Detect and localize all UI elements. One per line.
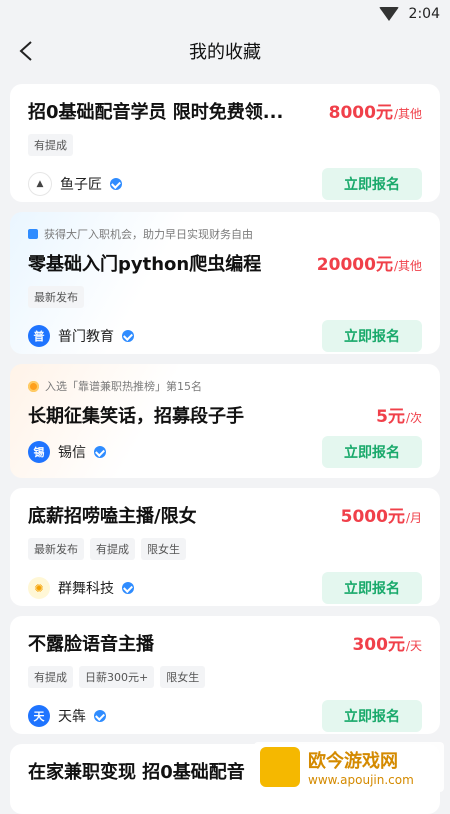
company-info: 锡 锡信 — [28, 441, 106, 463]
job-card[interactable]: 底薪招唠嗑主播/限女 5000元/月 最新发布 有提成 限女生 ✺ 群舞科技 立… — [10, 488, 440, 606]
sun-icon: ✺ — [28, 577, 50, 599]
watermark-logo-icon — [260, 747, 300, 787]
watermark: 欧今游戏网 www.apoujin.com — [254, 742, 444, 792]
verified-icon — [122, 582, 134, 594]
company-info: ▲ 鱼子匠 — [28, 172, 122, 196]
tag: 有提成 — [28, 134, 73, 156]
job-title: 长期征集笑话，招募段子手 — [28, 406, 244, 427]
salary-amount: 5元 — [376, 407, 405, 427]
back-arrow-icon — [19, 41, 32, 61]
company-name: 群舞科技 — [58, 581, 114, 597]
salary-unit: /天 — [405, 639, 422, 653]
salary-amount: 8000元 — [328, 103, 393, 123]
salary: 20000元/其他 — [317, 250, 422, 275]
tag-list: 最新发布 — [28, 286, 422, 308]
verified-icon — [122, 330, 134, 342]
salary-unit: /次 — [405, 411, 422, 425]
job-card[interactable]: 入选「靠谱兼职热推榜」第15名 长期征集笑话，招募段子手 5元/次 锡 锡信 立… — [10, 364, 440, 478]
company-info: ✺ 群舞科技 — [28, 577, 134, 599]
salary: 5元/次 — [376, 402, 422, 427]
company-info: 天 天犇 — [28, 705, 106, 727]
status-bar: 2:04 — [0, 0, 450, 28]
salary-amount: 20000元 — [316, 255, 393, 275]
company-logo-icon: ▲ — [28, 172, 52, 196]
job-card[interactable]: 获得大厂入职机会，助力早日实现财务自由 零基础入门python爬虫编程 2000… — [10, 212, 440, 354]
company-info: 普 普门教育 — [28, 325, 134, 347]
promo-text: 获得大厂入职机会，助力早日实现财务自由 — [44, 228, 253, 241]
job-card[interactable]: 不露脸语音主播 300元/天 有提成 日薪300元+ 限女生 天 天犇 立即报名 — [10, 616, 440, 734]
tag: 有提成 — [28, 666, 73, 688]
tag: 最新发布 — [28, 538, 84, 560]
apply-button[interactable]: 立即报名 — [322, 436, 422, 468]
watermark-url: www.apoujin.com — [308, 773, 414, 787]
medal-icon — [28, 380, 39, 392]
page-title: 我的收藏 — [189, 42, 261, 63]
company-name: 鱼子匠 — [60, 177, 102, 193]
verified-icon — [94, 446, 106, 458]
company-name: 普门教育 — [58, 329, 114, 345]
promo-banner: 获得大厂入职机会，助力早日实现财务自由 — [28, 226, 422, 242]
salary-unit: /月 — [405, 511, 422, 525]
tag: 限女生 — [141, 538, 186, 560]
salary-amount: 300元 — [352, 635, 405, 655]
verified-icon — [94, 710, 106, 722]
company-avatar: 普 — [28, 325, 50, 347]
navigation-bar: 我的收藏 — [0, 28, 450, 74]
salary-unit: /其他 — [393, 259, 422, 273]
job-title: 底薪招唠嗑主播/限女 — [28, 506, 197, 527]
salary: 300元/天 — [352, 630, 422, 655]
apply-button[interactable]: 立即报名 — [322, 168, 422, 200]
company-avatar: 天 — [28, 705, 50, 727]
tag-list: 最新发布 有提成 限女生 — [28, 538, 422, 560]
tag-list: 有提成 — [28, 134, 422, 156]
watermark-text: 欧今游戏网 www.apoujin.com — [308, 747, 414, 787]
promo-banner: 入选「靠谱兼职热推榜」第15名 — [28, 378, 422, 394]
tag: 限女生 — [160, 666, 206, 688]
salary-unit: /其他 — [393, 107, 422, 121]
job-title: 招0基础配音学员 限时免费领... — [28, 102, 284, 123]
watermark-title: 欧今游戏网 — [308, 751, 398, 772]
salary-amount: 5000元 — [340, 507, 405, 527]
promo-icon — [28, 229, 38, 239]
tag: 有提成 — [90, 538, 135, 560]
status-time: 2:04 — [408, 6, 440, 22]
wifi-icon — [378, 7, 399, 21]
apply-button[interactable]: 立即报名 — [322, 700, 422, 732]
company-avatar: 锡 — [28, 441, 50, 463]
job-title: 不露脸语音主播 — [28, 634, 154, 655]
job-card[interactable]: 招0基础配音学员 限时免费领... 8000元/其他 有提成 ▲ 鱼子匠 立即报… — [10, 84, 440, 202]
company-name: 天犇 — [58, 709, 86, 725]
tag: 日薪300元+ — [79, 666, 155, 688]
apply-button[interactable]: 立即报名 — [322, 572, 422, 604]
verified-icon — [110, 178, 122, 190]
tag-list: 有提成 日薪300元+ 限女生 — [28, 666, 422, 688]
promo-text: 入选「靠谱兼职热推榜」第15名 — [45, 380, 202, 393]
back-button[interactable] — [14, 38, 38, 64]
job-title: 零基础入门python爬虫编程 — [28, 254, 262, 275]
company-name: 锡信 — [58, 445, 86, 461]
salary: 8000元/其他 — [329, 98, 422, 123]
favorites-list: 招0基础配音学员 限时免费领... 8000元/其他 有提成 ▲ 鱼子匠 立即报… — [0, 74, 450, 814]
salary: 5000元/月 — [341, 502, 422, 527]
tag: 最新发布 — [28, 286, 84, 308]
job-title: 在家兼职变现 招0基础配音 — [28, 762, 245, 783]
apply-button[interactable]: 立即报名 — [322, 320, 422, 352]
